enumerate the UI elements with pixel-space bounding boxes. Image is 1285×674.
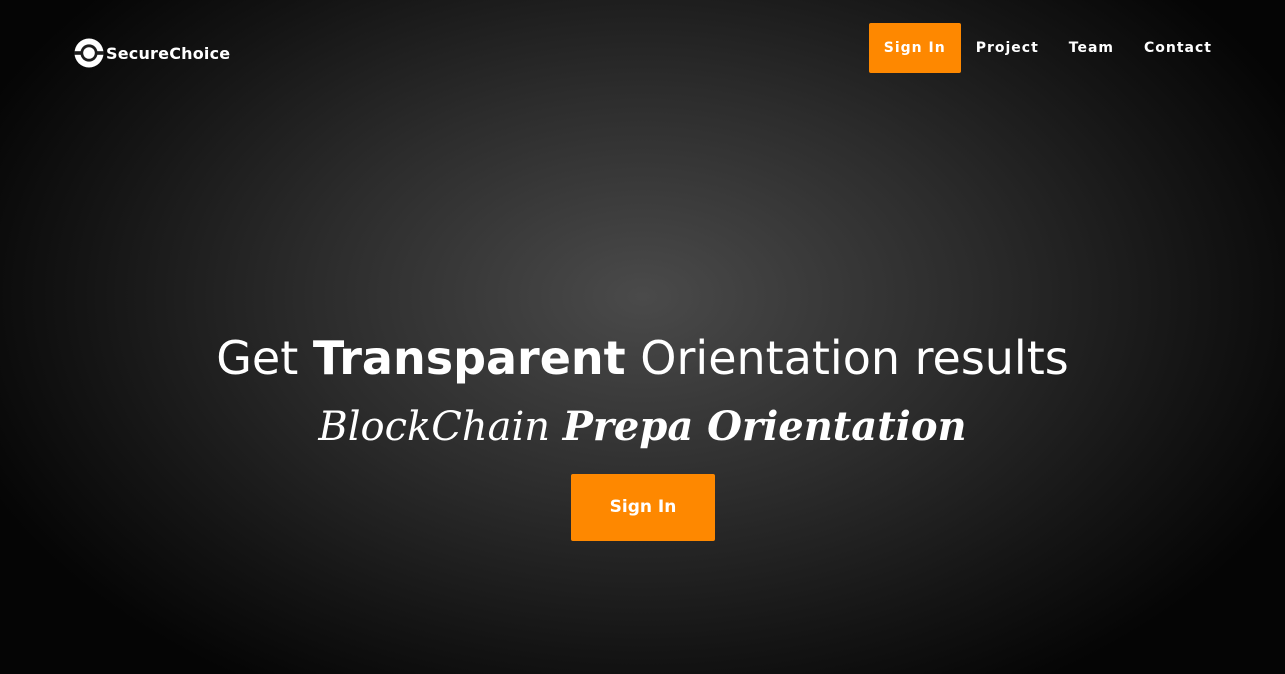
- hero-heading-prefix: Get: [216, 331, 299, 385]
- hero-subheading-strong: Prepa Orientation: [562, 403, 967, 450]
- hero-subheading: BlockChain Prepa Orientation: [0, 400, 1285, 454]
- hero-heading: Get Transparent Orientation results: [0, 328, 1285, 388]
- hero-heading-strong: Transparent: [312, 331, 626, 385]
- hero-section: Get Transparent Orientation results Bloc…: [0, 0, 1285, 674]
- hero-sign-in-button[interactable]: Sign In: [571, 474, 715, 541]
- hero-heading-suffix: Orientation results: [640, 331, 1069, 385]
- hero-subheading-prefix: BlockChain: [318, 404, 551, 450]
